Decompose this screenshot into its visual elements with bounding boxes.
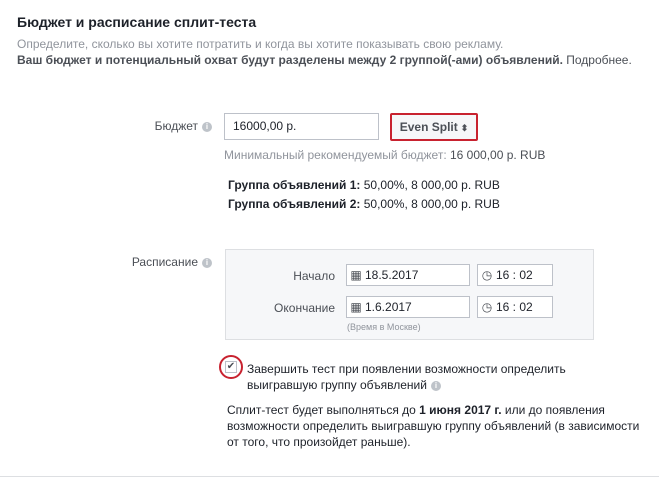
calendar-icon: ▦ [350, 300, 362, 314]
info-icon[interactable]: i [430, 380, 441, 391]
finish-test-checkbox[interactable]: ✔ [225, 361, 237, 373]
end-date-input[interactable]: ▦ 1.6.2017 [346, 296, 470, 318]
end-time-input[interactable]: ◷ 16 : 02 [477, 296, 553, 318]
clock-icon: ◷ [481, 268, 493, 282]
split-dropdown-label: Even Split [399, 120, 458, 134]
learn-more-link[interactable]: Подробнее. [566, 53, 632, 67]
ad-group-name: Группа объявлений 1: [228, 178, 361, 192]
budget-label: Бюджет i [100, 119, 212, 133]
end-date-value: 1.6.2017 [365, 300, 412, 314]
budget-input[interactable]: 16000,00 р. [224, 113, 379, 140]
section-subtitle: Определите, сколько вы хотите потратить … [17, 37, 504, 51]
split-description: Ваш бюджет и потенциальный охват будут р… [17, 53, 632, 67]
start-label: Начало [293, 269, 335, 283]
timezone-note: (Время в Москве) [347, 322, 421, 332]
note-part-1: Сплит-тест будет выполняться до [227, 403, 420, 417]
sort-arrows-icon: ⬍ [460, 123, 469, 133]
start-date-input[interactable]: ▦ 18.5.2017 [346, 264, 470, 286]
highlight-circle: ✔ [219, 355, 243, 379]
split-test-duration-note: Сплит-тест будет выполняться до 1 июня 2… [227, 402, 647, 450]
ad-group-name: Группа объявлений 2: [228, 197, 361, 211]
clock-icon: ◷ [481, 300, 493, 314]
info-icon[interactable]: i [202, 121, 212, 132]
start-date-value: 18.5.2017 [365, 268, 419, 282]
note-end-date: 1 июня 2017 г. [419, 403, 502, 417]
ad-group-1-split: Группа объявлений 1: 50,00%, 8 000,00 р.… [228, 178, 500, 192]
min-budget-prefix: Минимальный рекомендуемый бюджет: [224, 148, 447, 162]
finish-test-label[interactable]: Завершить тест при появлении возможности… [247, 361, 587, 393]
ad-group-detail: 50,00%, 8 000,00 р. RUB [363, 178, 500, 192]
info-icon[interactable]: i [202, 257, 212, 268]
ad-group-detail: 50,00%, 8 000,00 р. RUB [363, 197, 500, 211]
calendar-icon: ▦ [350, 268, 362, 282]
end-time-value: 16 : 02 [496, 300, 533, 314]
split-description-bold: Ваш бюджет и потенциальный охват будут р… [17, 53, 563, 67]
end-label: Окончание [274, 301, 335, 315]
section-title: Бюджет и расписание сплит-теста [17, 14, 257, 30]
ad-group-2-split: Группа объявлений 2: 50,00%, 8 000,00 р.… [228, 197, 500, 211]
finish-test-text: Завершить тест при появлении возможности… [247, 362, 566, 392]
start-time-value: 16 : 02 [496, 268, 533, 282]
schedule-label-text: Расписание [131, 255, 198, 269]
budget-split-dropdown[interactable]: Even Split ⬍ [390, 113, 478, 141]
min-budget-value: 16 000,00 р. RUB [450, 148, 546, 162]
divider [0, 476, 659, 477]
start-time-input[interactable]: ◷ 16 : 02 [477, 264, 553, 286]
min-recommended-budget: Минимальный рекомендуемый бюджет: 16 000… [224, 148, 545, 162]
budget-label-text: Бюджет [154, 119, 198, 133]
schedule-label: Расписание i [100, 255, 212, 269]
